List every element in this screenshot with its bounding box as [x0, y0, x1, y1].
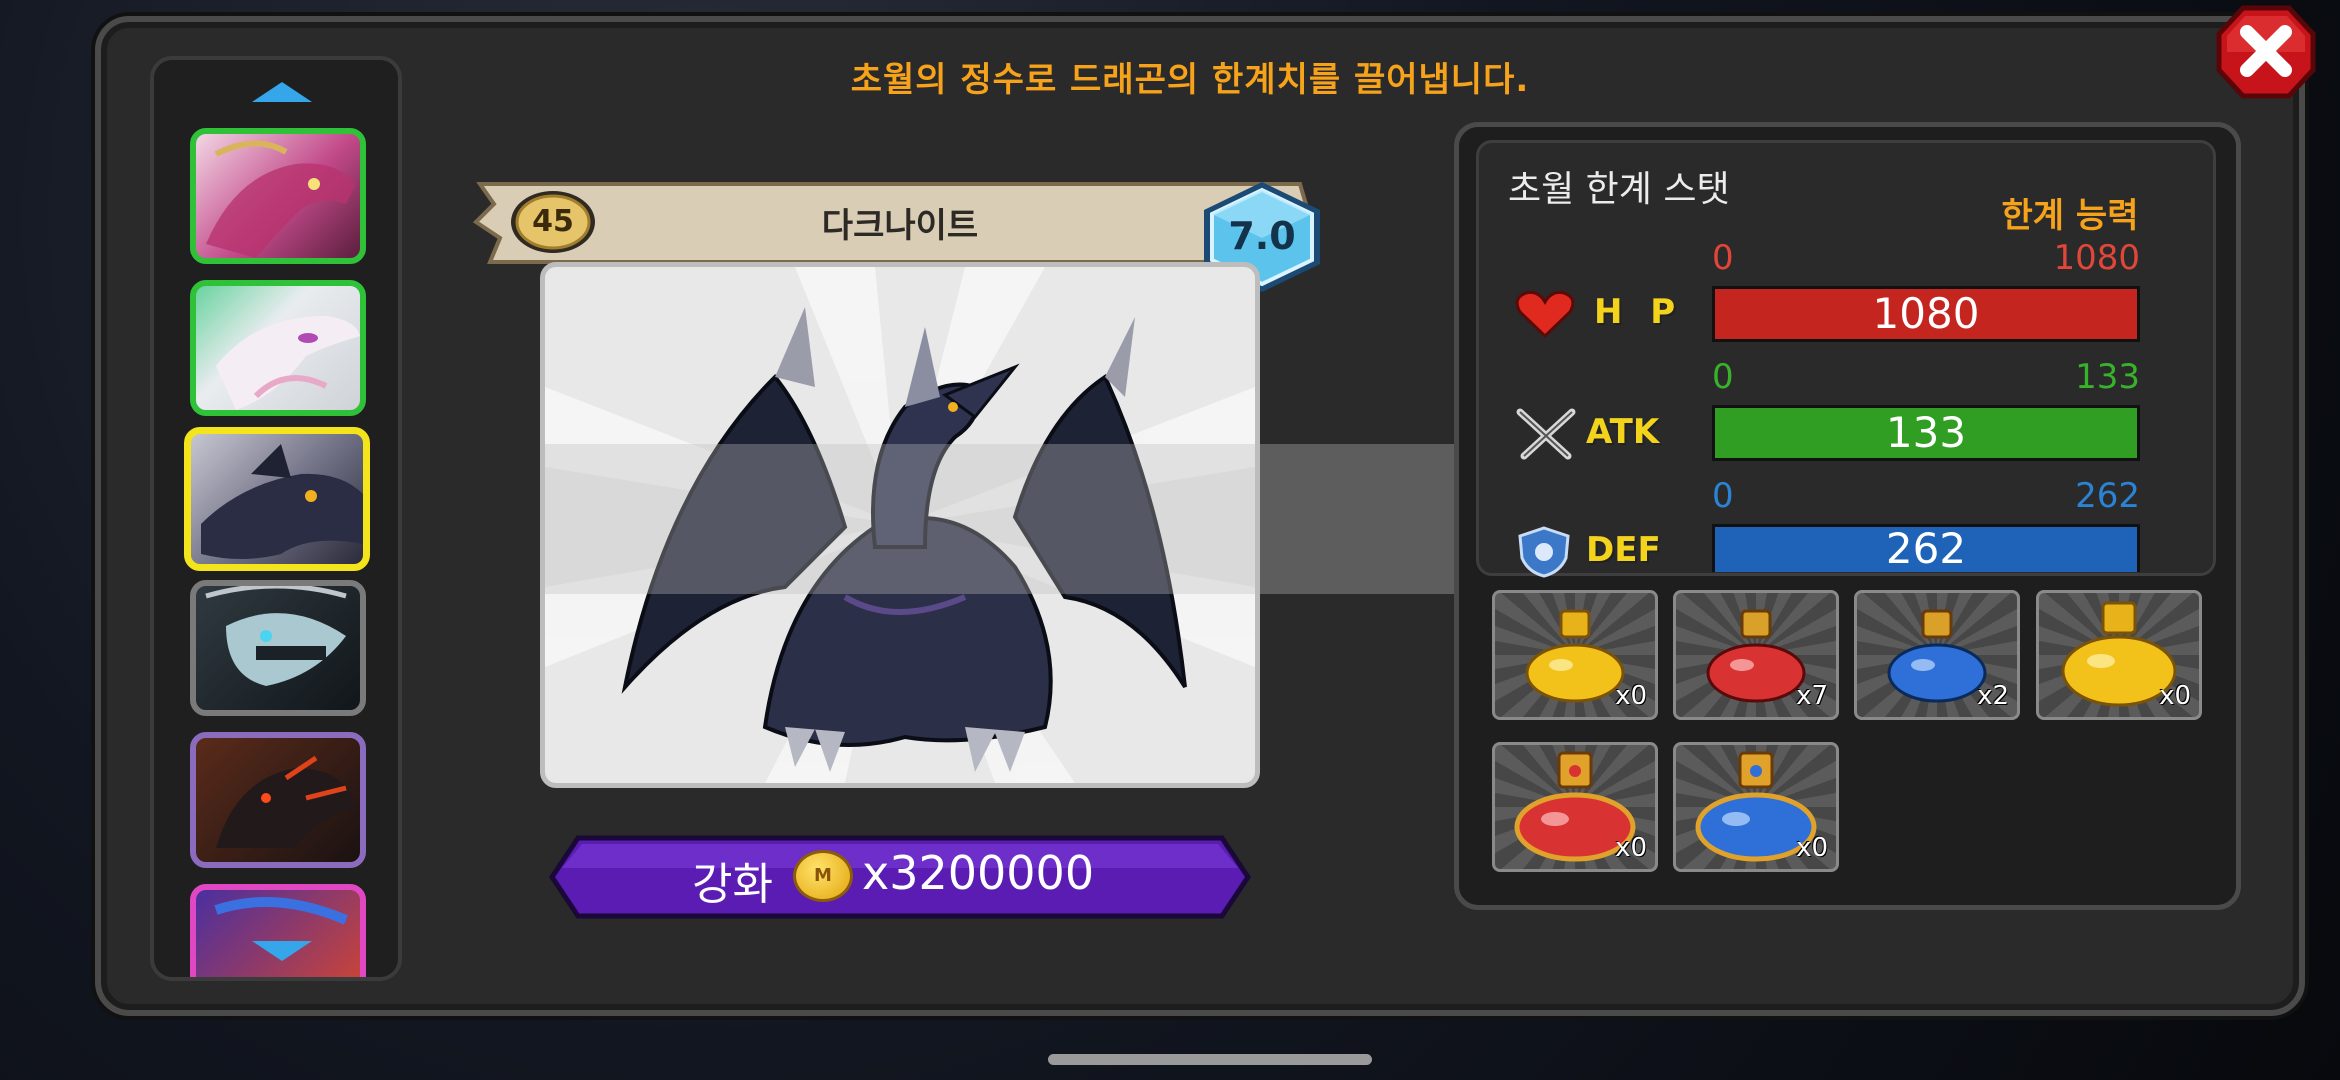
crossed-swords-icon — [1516, 408, 1576, 460]
item-count: x0 — [1615, 833, 1647, 863]
dragon-thumb-pink[interactable] — [190, 128, 366, 264]
item-slot-6[interactable]: x0 — [1673, 742, 1839, 872]
shield-icon — [1518, 526, 1570, 578]
def-bar: 262 — [1712, 524, 2140, 572]
item-slot-4[interactable]: x0 — [2036, 590, 2202, 720]
atk-bar: 133 — [1712, 405, 2140, 461]
item-count: x0 — [2159, 681, 2191, 711]
white-dragon-icon — [216, 316, 360, 410]
hp-max: 1080 — [2053, 238, 2140, 278]
dragon-thumb-blue-flame[interactable] — [190, 884, 366, 977]
dark-knight-dragon-icon — [201, 444, 363, 559]
item-slot-1[interactable]: x0 — [1492, 590, 1658, 720]
instruction-text: 초월의 정수로 드래곤의 한계치를 끌어냅니다. — [850, 60, 1530, 100]
hp-min: 0 — [1712, 238, 1734, 278]
item-count: x2 — [1977, 681, 2009, 711]
atk-max: 133 — [2075, 357, 2140, 397]
item-slot-3[interactable]: x2 — [1854, 590, 2020, 720]
atk-label: ATK — [1586, 412, 1660, 452]
dragon-name: 다크나이트 — [821, 206, 979, 246]
hp-label: H P — [1594, 292, 1684, 332]
heart-icon — [1515, 290, 1575, 339]
home-indicator[interactable] — [1048, 1054, 1372, 1065]
coin-icon: M — [793, 850, 853, 902]
upgrade-label: 강화 — [692, 859, 773, 910]
item-count: x0 — [1796, 833, 1828, 863]
dragon-thumb-white[interactable] — [190, 280, 366, 416]
atk-min: 0 — [1712, 357, 1734, 397]
pink-dragon-icon — [206, 140, 356, 258]
hp-bar: 1080 — [1712, 286, 2140, 342]
stats-title: 초월 한계 스탯 — [1508, 169, 1730, 210]
dragon-thumb-skeleton[interactable] — [190, 580, 366, 716]
limit-ability-label: 한계 능력 — [2001, 196, 2139, 236]
item-count: x0 — [1615, 681, 1647, 711]
def-min: 0 — [1712, 476, 1734, 516]
def-label: DEF — [1586, 530, 1661, 570]
dragon-list[interactable] — [150, 56, 402, 981]
skeleton-dragon-icon — [205, 586, 347, 686]
scroll-up-arrow-icon[interactable] — [252, 82, 312, 102]
upgrade-cost: x3200000 — [862, 846, 1095, 900]
item-count: x7 — [1796, 681, 1828, 711]
black-fire-dragon-icon — [216, 755, 356, 848]
blue-flame-dragon-icon — [214, 897, 348, 925]
scroll-down-arrow-icon[interactable] — [252, 941, 312, 961]
dragon-grade: 7.0 — [1228, 214, 1296, 258]
dragon-thumb-dark-knight[interactable] — [184, 427, 370, 571]
def-max: 262 — [2075, 476, 2140, 516]
item-slot-2[interactable]: x7 — [1673, 590, 1839, 720]
dragon-level: 45 — [532, 204, 574, 239]
item-slot-5[interactable]: x0 — [1492, 742, 1658, 872]
close-button[interactable] — [2215, 4, 2317, 100]
dragon-thumb-black-fire[interactable] — [190, 732, 366, 868]
